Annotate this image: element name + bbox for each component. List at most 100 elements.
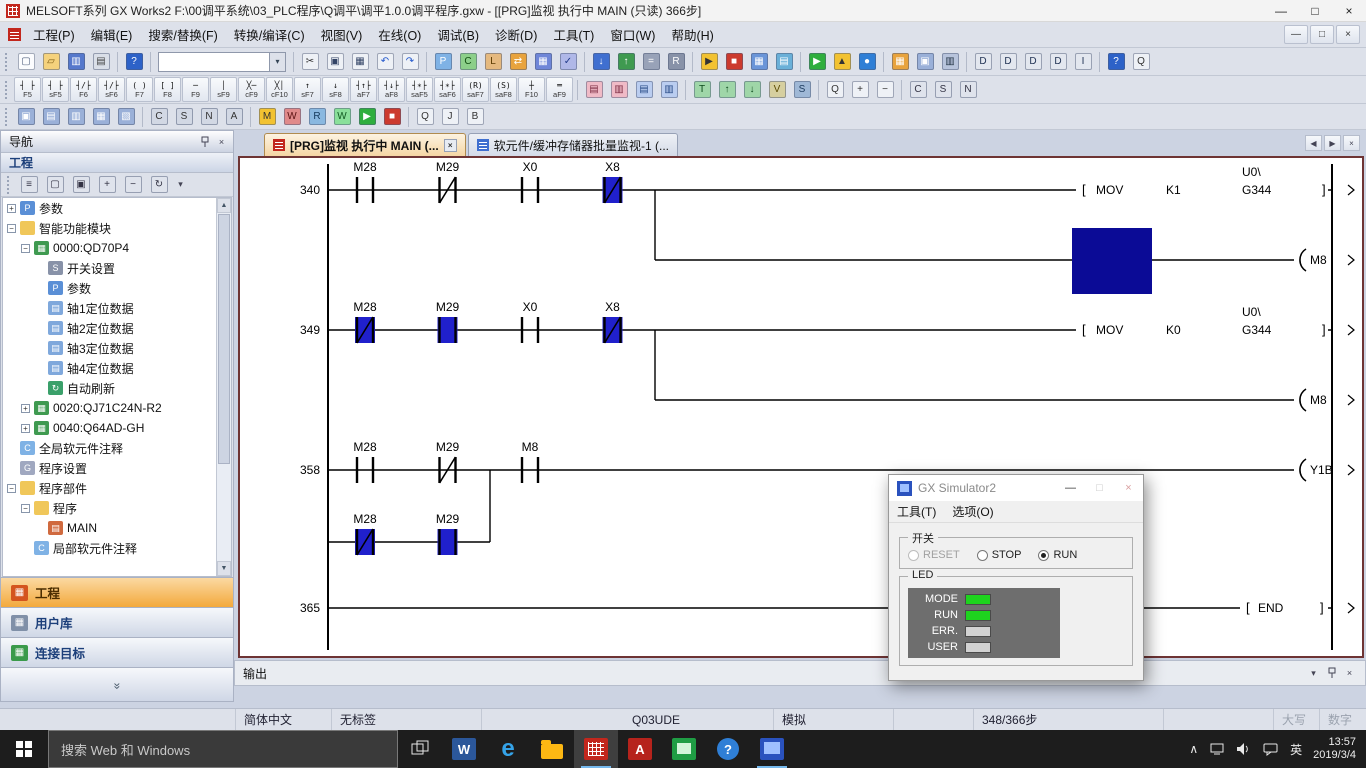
sim-menu-item-0[interactable]: 工具(T) [897,503,936,520]
monitor-write-mode-icon[interactable]: W [330,105,354,129]
display-alias-icon[interactable]: A [222,105,246,129]
tree-expander-icon[interactable]: − [7,224,16,233]
radio-run-circle[interactable] [1038,550,1049,561]
monitor-stop-icon[interactable]: ■ [722,50,746,74]
bookmark-icon[interactable]: B [463,105,487,129]
start-button[interactable] [0,730,48,768]
tree-item-10[interactable]: +▦0020:QJ71C24N-R2 [3,398,231,418]
ladder-sF8-button[interactable]: ↓sF8 [322,77,349,102]
taskbar-app-green-utility[interactable] [662,730,706,768]
insert-row-icon[interactable]: ▤ [582,78,606,102]
sim-menu-item-1[interactable]: 选项(O) [952,503,993,520]
taskbar-search[interactable]: 搜索 Web 和 Windows [48,730,398,768]
output-pane-icon[interactable]: ▥ [64,105,88,129]
tree-expander-icon[interactable]: + [21,404,30,413]
help-icon[interactable]: ? [122,50,146,74]
ladder-saF8-button[interactable]: (S)saF8 [490,77,517,102]
label-setting-icon[interactable]: L [481,50,505,74]
ladder-F7-button[interactable]: ( )F7 [126,77,153,102]
mdi-child-icon[interactable] [8,28,21,41]
document-tab-0[interactable]: [PRG]监视 执行中 MAIN (...× [264,133,466,156]
ladder-saF5-button[interactable]: ┤∗├saF5 [406,77,433,102]
redo-icon[interactable]: ↷ [398,50,422,74]
nav-collapseall-icon[interactable]: − [121,173,145,197]
menu-item-8[interactable]: 工具(T) [545,21,602,48]
cut-icon[interactable]: ✂ [298,50,322,74]
convert-icon[interactable]: ⇄ [506,50,530,74]
find-device-icon[interactable]: Q [1129,50,1153,74]
menu-item-0[interactable]: 工程(P) [25,21,83,48]
tree-item-16[interactable]: ▤MAIN [3,518,231,538]
tray-expand-icon[interactable]: ∧ [1189,742,1198,756]
tab-close-all-icon[interactable]: × [1343,135,1360,151]
nav-close-icon[interactable]: × [214,134,229,149]
watch-window-1-icon[interactable]: D [971,50,995,74]
mdi-close-button[interactable]: × [1336,25,1360,44]
tree-expander-icon[interactable]: − [7,484,16,493]
ladder-F9-button[interactable]: ─F9 [182,77,209,102]
read-from-plc-icon[interactable]: ↑ [614,50,638,74]
tree-item-6[interactable]: ▤轴2定位数据 [3,318,231,338]
simulation-info-icon[interactable]: ● [855,50,879,74]
gx-simulator2-window[interactable]: GX Simulator2 — □ × 工具(T)选项(O) 开关 RESETS… [888,474,1144,681]
watch-window-3-icon[interactable]: D [1021,50,1045,74]
save-icon[interactable]: ▥ [64,50,88,74]
nav-more-strip[interactable]: » [1,667,233,701]
device-list-icon[interactable]: ▧ [114,105,138,129]
simulation-start-icon[interactable]: ▶ [805,50,829,74]
pin-icon[interactable] [197,134,212,149]
tab-scroll-left-icon[interactable]: ◀ [1305,135,1322,151]
display-statement-icon[interactable]: S [172,105,196,129]
ladder-sF5-button[interactable]: ┤ ├sF5 [42,77,69,102]
buffer-monitor-icon[interactable]: ▤ [772,50,796,74]
input-language-indicator[interactable]: 英 [1290,741,1302,758]
menu-item-4[interactable]: 视图(V) [313,21,371,48]
simulator-title-bar[interactable]: GX Simulator2 — □ × [889,475,1143,501]
output-close-icon[interactable]: × [1342,666,1357,681]
copy-icon[interactable]: ▣ [323,50,347,74]
selection-cursor[interactable] [1072,228,1152,294]
taskbar-app-edge[interactable]: e [486,730,530,768]
ladder-cF10-button[interactable]: ╳│cF10 [266,77,293,102]
print-icon[interactable]: ▤ [89,50,113,74]
menu-item-1[interactable]: 编辑(E) [83,21,141,48]
device-comment-icon[interactable]: C [456,50,480,74]
taskbar-app-acrobat[interactable]: A [618,730,662,768]
taskbar-app-gx-simulator[interactable] [750,730,794,768]
scroll-down-icon[interactable]: ▼ [217,561,231,576]
ladder-sF7-button[interactable]: ↑sF7 [294,77,321,102]
jump-icon[interactable]: J [438,105,462,129]
menu-item-5[interactable]: 在线(O) [370,21,429,48]
tree-item-4[interactable]: P参数 [3,278,231,298]
device-test-icon[interactable]: T [690,78,714,102]
close-button[interactable]: × [1332,0,1366,21]
tree-expander-icon[interactable]: − [21,504,30,513]
simulation-warning-icon[interactable]: ▲ [830,50,854,74]
note-display-icon[interactable]: N [956,78,980,102]
tree-item-17[interactable]: C局部软元件注释 [3,538,231,558]
ladder-editor[interactable]: 340M28M29X0X8[MOVK1U0\G344]M8349M28M29X0… [240,158,1362,656]
intelligent-function-icon[interactable]: I [1071,50,1095,74]
nav-button-userlib[interactable]: ▦用户库 [1,607,233,637]
nav-newitem-icon[interactable]: ▢ [43,173,67,197]
delete-column-icon[interactable]: ▥ [657,78,681,102]
menu-item-2[interactable]: 搜索/替换(F) [140,21,225,48]
watch-window-4-icon[interactable]: D [1046,50,1070,74]
action-center-icon[interactable] [1263,742,1279,756]
forced-on-icon[interactable]: ↑ [715,78,739,102]
open-icon[interactable]: ▱ [39,50,63,74]
display-comment-icon[interactable]: C [147,105,171,129]
tree-scrollbar[interactable]: ▲ ▼ [216,198,231,576]
tree-item-8[interactable]: ▤轴4定位数据 [3,358,231,378]
toolbar-grip[interactable] [5,53,9,71]
ladder-F10-button[interactable]: ┼F10 [518,77,545,102]
tray-clock[interactable]: 13:57 2019/3/4 [1313,736,1356,762]
nav-button-project[interactable]: ▦工程 [1,577,233,607]
radio-stop[interactable]: STOP [977,549,1022,561]
compile-icon[interactable]: ▦ [531,50,555,74]
parameter-icon[interactable]: P [431,50,455,74]
minimize-button[interactable]: — [1264,0,1298,21]
remote-operation-icon[interactable]: R [664,50,688,74]
zoom-out-icon[interactable]: − [873,78,897,102]
tree-item-0[interactable]: +P参数 [3,198,231,218]
